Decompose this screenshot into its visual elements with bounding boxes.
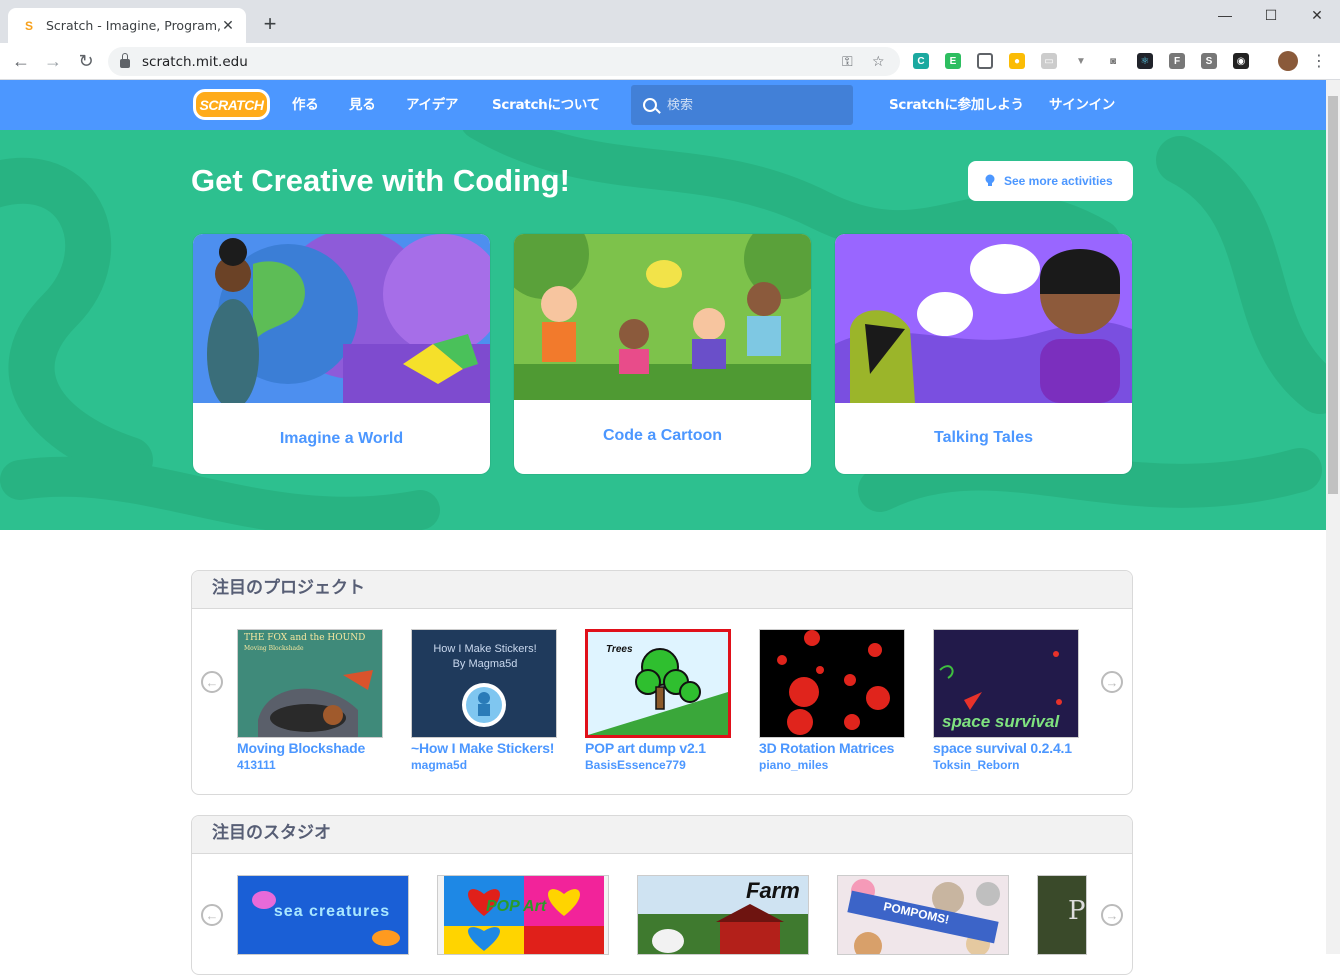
extension-s-icon[interactable]: S [1201,53,1217,69]
carousel-prev-icon[interactable]: ← [201,671,223,693]
forward-arrow-icon[interactable]: → [40,48,66,74]
project-title[interactable]: Moving Blockshade [237,740,384,756]
address-bar[interactable]: scratch.mit.edu ⚿ ☆ [108,47,900,76]
reload-icon[interactable]: ↻ [73,48,99,74]
project-thumbnail[interactable]: Trees [585,629,731,738]
lightbulb-icon [985,174,995,186]
nav-about[interactable]: Scratchについて [492,80,600,130]
red-spheres-art [777,630,890,735]
activity-card-label: Code a Cartoon [602,427,723,444]
thumbnail-text: Trees [606,644,633,655]
extension-globe-icon[interactable]: ● [1009,53,1025,69]
new-tab-button[interactable]: + [256,10,284,38]
see-more-activities-button[interactable]: See more activities [968,161,1133,201]
browser-tab-strip: S Scratch - Imagine, Program, Share ✕ + … [0,0,1340,43]
activity-card-label: Imagine a World [279,430,404,447]
tab-close-icon[interactable]: ✕ [220,17,236,34]
extension-glasses-icon[interactable]: ◉ [1233,53,1249,69]
fox-hound-art [258,670,373,737]
thumbnail-text: Farm [746,878,800,903]
search-icon [643,98,657,112]
extension-f-icon[interactable]: F [1169,53,1185,69]
project-thumbnail[interactable]: space survival [933,629,1079,738]
project-card[interactable]: How I Make Stickers! By Magma5d ~How I M… [411,629,558,772]
studio-thumbnail[interactable]: P [1037,875,1087,955]
project-thumbnail[interactable] [759,629,905,738]
project-author[interactable]: Toksin_Reborn [933,758,1080,772]
project-author[interactable]: magma5d [411,758,558,772]
project-card[interactable]: THE FOX and the HOUND Moving Blockshade … [237,629,384,772]
studio-thumbnail[interactable]: Farm [637,875,809,955]
project-author[interactable]: piano_miles [759,758,906,772]
project-author[interactable]: BasisEssence779 [585,758,732,772]
project-thumbnail[interactable]: THE FOX and the HOUND Moving Blockshade [237,629,383,738]
sticker-art [462,683,506,727]
activity-card-talking-tales[interactable]: Talking Tales [835,234,1132,474]
scratch-favicon-icon: S [24,18,33,33]
page-scrollbar[interactable] [1326,80,1340,954]
activity-card-label: Talking Tales [934,429,1033,446]
extension-c-icon[interactable]: C [913,53,929,69]
browser-menu-icon[interactable]: ⋮ [1306,48,1332,74]
scratch-logo[interactable]: SCRATCH [193,89,270,120]
nav-create[interactable]: 作る [292,80,319,130]
bookmark-star-icon[interactable]: ☆ [872,53,885,70]
studio-thumbnail[interactable]: POP Art [437,875,609,955]
project-author[interactable]: 413111 [237,758,384,772]
url-text: scratch.mit.edu [142,53,248,70]
back-arrow-icon[interactable]: ← [8,48,34,74]
see-more-activities-label: See more activities [1004,174,1113,188]
project-card[interactable]: space survival space survival 0.2.4.1 To… [933,629,1080,772]
evernote-icon[interactable]: E [945,53,961,69]
talking-tales-illustration [835,234,1132,403]
pocket-icon[interactable] [977,53,993,69]
lock-icon [120,52,130,68]
section-heading: 注目のプロジェクト [192,571,1132,609]
nav-signin[interactable]: サインイン [1049,80,1115,130]
project-title[interactable]: 3D Rotation Matrices [759,740,906,756]
carousel-next-icon[interactable]: → [1101,671,1123,693]
hero-title: Get Creative with Coding! [191,163,570,198]
carousel-next-icon[interactable]: → [1101,904,1123,926]
carousel-prev-icon[interactable]: ← [201,904,223,926]
profile-avatar[interactable] [1278,51,1298,71]
project-title[interactable]: space survival 0.2.4.1 [933,740,1080,756]
thumbnail-text: P [1068,896,1086,926]
nav-join[interactable]: Scratchに参加しよう [889,80,1024,130]
code-cartoon-illustration [514,234,811,400]
browser-tab[interactable]: S Scratch - Imagine, Program, Share ✕ [8,8,246,43]
minimize-icon[interactable]: — [1202,0,1248,30]
browser-toolbar: ← → ↻ scratch.mit.edu ⚿ ☆ C E ● ▭ ▼ ◙ ⚛ … [0,43,1340,80]
react-devtools-icon[interactable]: ⚛ [1137,53,1153,69]
camera-icon[interactable]: ◙ [1105,53,1121,69]
vue-devtools-icon[interactable]: ▼ [1073,53,1089,69]
nav-ideas[interactable]: アイデア [406,80,458,130]
thumbnail-text: space survival [942,712,1060,731]
key-icon[interactable]: ⚿ [842,53,853,70]
studio-thumbnail[interactable]: sea creatures [237,875,409,955]
section-heading: 注目のスタジオ [192,816,1132,854]
thumbnail-text: POP Art [486,898,547,915]
search-box [631,85,853,125]
imagine-world-illustration [193,234,490,403]
project-card[interactable]: Trees POP art dump v2.1 BasisEssence779 [585,629,732,772]
scrollbar-thumb[interactable] [1328,96,1338,494]
studio-thumbnail[interactable]: POMPOMS! [837,875,1009,955]
nav-explore[interactable]: 見る [349,80,376,130]
thumbnail-text: sea creatures [273,903,391,920]
extension-screen-icon[interactable]: ▭ [1041,53,1057,69]
project-thumbnail[interactable]: How I Make Stickers! By Magma5d [411,629,557,738]
maximize-icon[interactable]: ☐ [1248,0,1294,30]
activity-card-imagine-world[interactable]: Imagine a World [193,234,490,474]
window-close-icon[interactable]: ✕ [1294,0,1340,30]
project-title[interactable]: POP art dump v2.1 [585,740,732,756]
project-title[interactable]: ~How I Make Stickers! [411,740,558,756]
activity-card-code-cartoon[interactable]: Code a Cartoon [514,234,811,474]
project-card[interactable]: 3D Rotation Matrices piano_miles [759,629,906,772]
search-input[interactable] [667,97,837,113]
tab-title: Scratch - Imagine, Program, Share [46,18,220,33]
